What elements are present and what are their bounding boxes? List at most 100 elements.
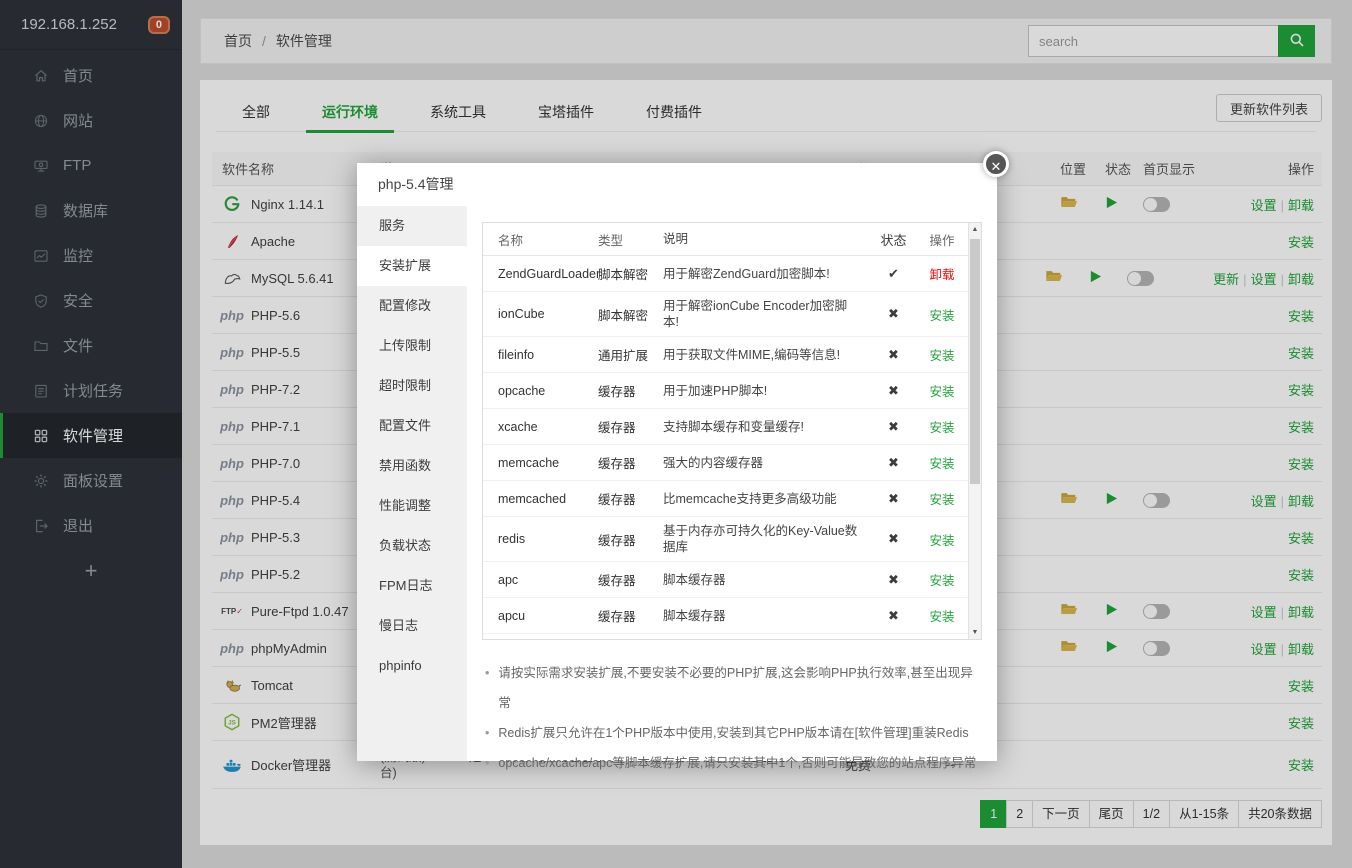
extension-row-fileinfo: fileinfo通用扩展用于获取文件MIME,编码等信息!✖安装 — [483, 337, 968, 373]
extension-row-apc: apc缓存器脚本缓存器✖安装 — [483, 562, 968, 598]
extension-type: 脚本解密 — [598, 264, 663, 283]
modal-menu-item-timeout-limit[interactable]: 超时限制 — [357, 366, 467, 406]
ext-column-header-type: 类型 — [598, 230, 663, 249]
not-installed-cross-icon: ✖ — [888, 608, 899, 623]
scrollbar-thumb[interactable] — [970, 239, 980, 484]
scrollbar: ▲ ▼ — [968, 223, 981, 639]
extension-desc: 用于加速PHP脚本! — [663, 383, 871, 399]
extension-name: ZendGuardLoader — [483, 267, 598, 281]
extension-table: 名称类型说明状态操作ZendGuardLoader脚本解密用于解密ZendGua… — [483, 223, 968, 639]
scroll-up-icon[interactable]: ▲ — [969, 226, 981, 233]
not-installed-cross-icon: ✖ — [888, 491, 899, 506]
modal-menu-item-config-file[interactable]: 配置文件 — [357, 406, 467, 446]
modal-menu-item-config-edit[interactable]: 配置修改 — [357, 286, 467, 326]
extension-row-apcu: apcu缓存器脚本缓存器✖安装 — [483, 598, 968, 634]
extension-row-memcache: memcache缓存器强大的内容缓存器✖安装 — [483, 445, 968, 481]
extension-name: apc — [483, 573, 598, 587]
extension-status-cell: ✖ — [871, 455, 916, 471]
extension-action-cell: 安装 — [916, 305, 968, 324]
close-icon[interactable]: ✕ — [983, 151, 1009, 177]
bullet-icon: • — [485, 748, 489, 778]
extension-type: 缓存器 — [598, 381, 663, 400]
note-line: • opcache/xcache/apc等脚本缓存扩展,请只安装其中1个,否则可能… — [485, 748, 985, 778]
modal-menu-item-disabled-functions[interactable]: 禁用函数 — [357, 446, 467, 486]
bullet-icon: • — [485, 658, 489, 718]
extension-desc: 用于获取文件MIME,编码等信息! — [663, 347, 871, 363]
extension-action-cell: 安装 — [916, 345, 968, 364]
extension-status-cell: ✖ — [871, 491, 916, 507]
modal-menu-item-slow-log[interactable]: 慢日志 — [357, 606, 467, 646]
note-text: Redis扩展只允许在1个PHP版本中使用,安装到其它PHP版本请在[软件管理]… — [498, 718, 968, 748]
extension-action-cell: 安装 — [916, 453, 968, 472]
install-link[interactable]: 安装 — [929, 574, 954, 588]
not-installed-cross-icon: ✖ — [888, 383, 899, 398]
install-link[interactable]: 安装 — [929, 309, 954, 323]
extension-status-cell: ✖ — [871, 531, 916, 547]
install-link[interactable]: 安装 — [929, 385, 954, 399]
extension-row-opcache: opcache缓存器用于加速PHP脚本! ✖ 安装 — [483, 373, 968, 409]
extension-type: 缓存器 — [598, 570, 663, 589]
extension-desc: 用于解密ionCube Encoder加密脚本! — [663, 298, 871, 330]
extension-row-redis: redis缓存器基于内存亦可持久化的Key-Value数据库✖安装 — [483, 517, 968, 562]
extension-table-container: 名称类型说明状态操作ZendGuardLoader脚本解密用于解密ZendGua… — [482, 222, 982, 640]
extension-desc: 支持脚本缓存和变量缓存! — [663, 419, 871, 435]
extension-type: 缓存器 — [598, 453, 663, 472]
note-line: • Redis扩展只允许在1个PHP版本中使用,安装到其它PHP版本请在[软件管理… — [485, 718, 985, 748]
modal-menu-item-load-status[interactable]: 负载状态 — [357, 526, 467, 566]
extension-name: memcached — [483, 492, 598, 506]
extension-type: 缓存器 — [598, 606, 663, 625]
extension-type: 缓存器 — [598, 489, 663, 508]
install-link[interactable]: 安装 — [929, 610, 954, 624]
ext-column-header-action: 操作 — [916, 230, 968, 249]
extension-type: 通用扩展 — [598, 345, 663, 364]
modal-menu: 服务安装扩展配置修改上传限制超时限制配置文件禁用函数性能调整负载状态FPM日志慢… — [357, 206, 467, 761]
note-line: •请按实际需求安装扩展,不要安装不必要的PHP扩展,这会影响PHP执行效率,甚至… — [485, 658, 985, 718]
extension-desc: 用于解密ZendGuard加密脚本! — [663, 266, 871, 282]
extension-action-cell: 卸载 — [916, 264, 968, 283]
php54-manage-modal: ✕ php-5.4管理 服务安装扩展配置修改上传限制超时限制配置文件禁用函数性能… — [357, 163, 997, 761]
modal-menu-item-install-extensions[interactable]: 安装扩展 — [357, 246, 467, 286]
scroll-down-icon[interactable]: ▼ — [969, 629, 981, 636]
extension-row-ioncube: ionCube脚本解密用于解密ionCube Encoder加密脚本! ✖ 安装 — [483, 292, 968, 337]
install-link[interactable]: 安装 — [929, 534, 954, 548]
extension-desc: 脚本缓存器 — [663, 608, 871, 624]
extension-name: xcache — [483, 420, 598, 434]
modal-menu-item-performance[interactable]: 性能调整 — [357, 486, 467, 526]
not-installed-cross-icon: ✖ — [888, 572, 899, 587]
modal-menu-item-fpm-log[interactable]: FPM日志 — [357, 566, 467, 606]
uninstall-link[interactable]: 卸载 — [929, 268, 954, 282]
extension-name: fileinfo — [483, 348, 598, 362]
extension-status-cell: ✖ — [871, 572, 916, 588]
extension-name: redis — [483, 532, 598, 546]
not-installed-cross-icon: ✖ — [888, 531, 899, 546]
install-link[interactable]: 安装 — [929, 493, 954, 507]
extension-status-cell: ✖ — [871, 608, 916, 624]
not-installed-cross-icon: ✖ — [888, 306, 899, 321]
extension-action-cell: 安装 — [916, 417, 968, 436]
note-text: opcache/xcache/apc等脚本缓存扩展,请只安装其中1个,否则可能导… — [498, 748, 976, 778]
bullet-icon: • — [485, 718, 489, 748]
extension-row-zendguardloader: ZendGuardLoader脚本解密用于解密ZendGuard加密脚本!✔ 卸载 — [483, 256, 968, 292]
extension-notes: •请按实际需求安装扩展,不要安装不必要的PHP扩展,这会影响PHP执行效率,甚至… — [485, 658, 985, 778]
ext-column-header-desc: 说明 — [663, 231, 871, 247]
extension-status-cell: ✔ — [871, 266, 916, 282]
extension-status-cell: ✖ — [871, 306, 916, 322]
extension-name: ionCube — [483, 307, 598, 321]
install-link[interactable]: 安装 — [929, 421, 954, 435]
install-link[interactable]: 安装 — [929, 349, 954, 363]
extension-desc: 比memcache支持更多高级功能 — [663, 491, 871, 507]
install-link[interactable]: 安装 — [929, 457, 954, 471]
extension-name: opcache — [483, 384, 598, 398]
extension-type: 脚本解密 — [598, 305, 663, 324]
modal-menu-item-phpinfo[interactable]: phpinfo — [357, 646, 467, 686]
extension-row-memcached: memcached缓存器比memcache支持更多高级功能 ✖ 安装 — [483, 481, 968, 517]
extension-table-header: 名称类型说明状态操作 — [483, 223, 968, 256]
extension-action-cell: 安装 — [916, 381, 968, 400]
extension-action-cell: 安装 — [916, 570, 968, 589]
extension-action-cell: 安装 — [916, 606, 968, 625]
extension-action-cell: 安装 — [916, 489, 968, 508]
extension-type: 缓存器 — [598, 417, 663, 436]
modal-menu-item-upload-limit[interactable]: 上传限制 — [357, 326, 467, 366]
modal-menu-item-service[interactable]: 服务 — [357, 206, 467, 246]
extension-desc: 基于内存亦可持久化的Key-Value数据库 — [663, 523, 871, 555]
